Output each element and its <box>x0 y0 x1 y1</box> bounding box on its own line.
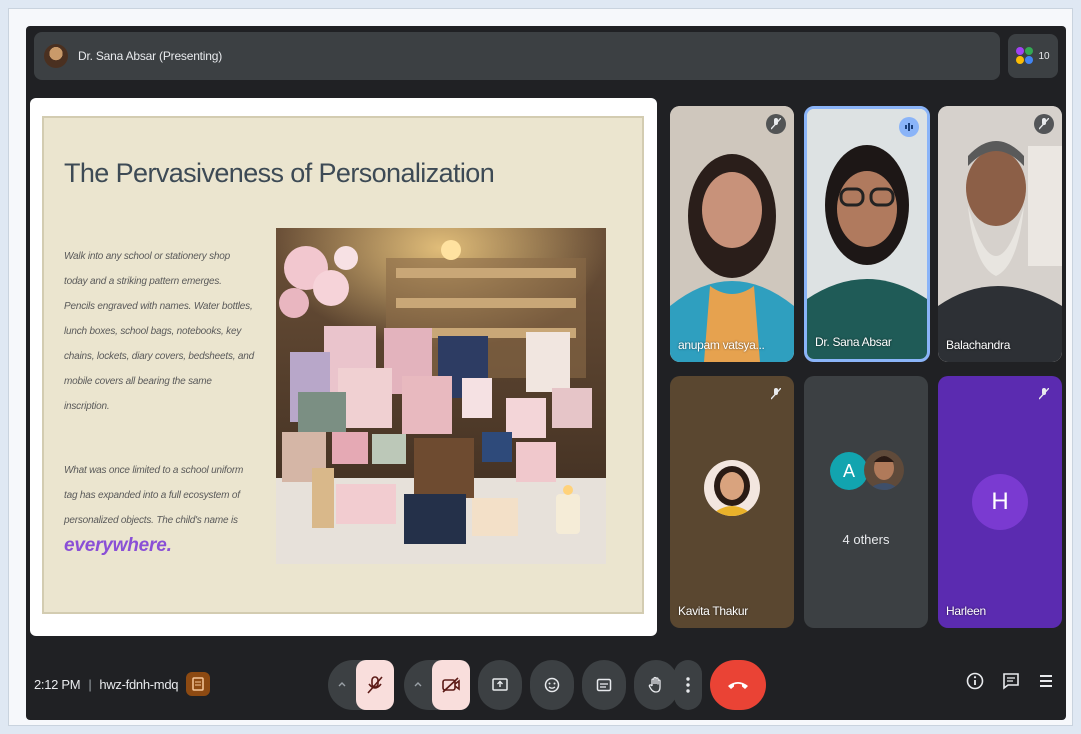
camera-control <box>404 660 470 710</box>
camera-off-button[interactable] <box>432 660 470 710</box>
chat-button[interactable] <box>1002 672 1020 695</box>
mic-off-icon <box>1034 384 1054 404</box>
menu-icon <box>1040 675 1052 687</box>
participant-video-2 <box>807 109 927 359</box>
camera-off-icon <box>442 677 460 693</box>
activities-icon[interactable] <box>186 672 211 696</box>
leave-call-button[interactable] <box>710 660 766 710</box>
speaking-icon <box>899 117 919 137</box>
meeting-code[interactable]: hwz-fdnh-mdq <box>99 677 178 692</box>
reactions-button[interactable] <box>530 660 574 710</box>
avatar-letter-a: A <box>830 452 868 490</box>
slide-title: The Pervasiveness of Personalization <box>64 158 495 188</box>
slide-paragraph-1: Walk into any school or stationery shop … <box>64 251 254 412</box>
slide-paragraph-2: What was once limited to a school unifor… <box>64 458 254 561</box>
participant-count: 10 <box>1038 50 1050 62</box>
mic-off-icon <box>766 114 786 134</box>
meeting-info: 2:12 PM | hwz-fdnh-mdq <box>34 672 211 696</box>
participants-button[interactable]: 10 <box>1008 34 1058 78</box>
presentation-stage: The Pervasiveness of Personalization Wal… <box>30 98 657 636</box>
more-options-button[interactable] <box>674 660 702 710</box>
emoji-icon <box>544 677 560 693</box>
captions-icon <box>596 678 612 692</box>
participant-tile-2[interactable]: Dr. Sana Absar <box>804 106 930 362</box>
participant-tile-3[interactable]: Balachandra <box>938 106 1062 362</box>
participant-name-1: anupam vatsya... <box>678 338 765 352</box>
control-bar: 2:12 PM | hwz-fdnh-mdq <box>26 650 1066 720</box>
chat-icon <box>1003 673 1019 690</box>
mic-off-icon <box>766 384 786 404</box>
captions-button[interactable] <box>582 660 626 710</box>
meet-window: Dr. Sana Absar (Presenting) 10 The Perva… <box>26 26 1066 720</box>
participant-tile-others[interactable]: A 4 others <box>804 376 928 628</box>
raise-hand-button[interactable] <box>634 660 678 710</box>
slide-paragraph-2-lead: What was once limited to a school unifor… <box>64 465 244 526</box>
camera-options-caret-icon[interactable] <box>410 676 426 692</box>
presentation-bar[interactable]: Dr. Sana Absar (Presenting) <box>34 32 1000 80</box>
mic-off-button[interactable] <box>356 660 394 710</box>
participant-name-4: Kavita Thakur <box>678 604 748 618</box>
mic-options-caret-icon[interactable] <box>334 676 350 692</box>
present-screen-icon <box>492 678 508 691</box>
participant-video-1 <box>670 106 794 362</box>
slide-photo <box>276 228 606 564</box>
participant-name-6: Harleen <box>946 604 986 618</box>
participant-video-3 <box>938 106 1062 362</box>
info-icon <box>966 672 984 690</box>
slide: The Pervasiveness of Personalization Wal… <box>42 116 644 614</box>
meeting-details-button[interactable] <box>966 672 984 695</box>
activities-button[interactable] <box>1038 673 1054 694</box>
clock-time: 2:12 PM <box>34 676 81 692</box>
participant-tile-1[interactable]: anupam vatsya... <box>670 106 794 362</box>
more-vert-icon <box>686 677 690 693</box>
participant-avatar-4 <box>704 460 760 516</box>
slide-emphasis-word: everywhere. <box>64 535 172 556</box>
participant-name-3: Balachandra <box>946 338 1011 352</box>
mic-off-icon <box>367 676 383 694</box>
side-panel-controls <box>966 672 1054 695</box>
participant-name-2: Dr. Sana Absar <box>815 335 892 349</box>
avatar-photo <box>864 450 904 490</box>
participant-tile-4[interactable]: Kavita Thakur <box>670 376 794 628</box>
participant-tile-6[interactable]: H Harleen <box>938 376 1062 628</box>
people-icon <box>1016 47 1034 65</box>
presenter-avatar <box>44 44 68 68</box>
end-call-icon <box>728 682 748 689</box>
mic-off-icon <box>1034 114 1054 134</box>
separator: | <box>88 676 92 692</box>
present-button[interactable] <box>478 660 522 710</box>
mic-control <box>328 660 394 710</box>
hand-icon <box>648 676 661 693</box>
stationery-shop-illustration <box>276 228 606 564</box>
others-count-label: 4 others <box>842 532 890 547</box>
presenter-label: Dr. Sana Absar (Presenting) <box>78 49 223 63</box>
avatar-letter-h: H <box>972 474 1028 530</box>
